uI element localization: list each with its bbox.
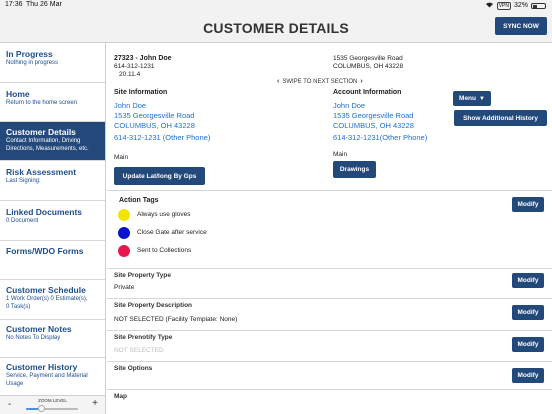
sidebar-item-customer-history[interactable]: Customer History Service, Payment and Ma… bbox=[0, 358, 105, 395]
sidebar-item-title: In Progress bbox=[6, 49, 53, 59]
account-info-street[interactable]: 1535 Georgesville Road bbox=[333, 111, 413, 120]
site-info-street[interactable]: 1535 Georgesville Road bbox=[114, 111, 194, 120]
menu-button[interactable]: Menu ▼ bbox=[453, 91, 491, 106]
section-value: NOT SELECTED (Facility Template: None) bbox=[114, 316, 238, 323]
site-info-type: Main bbox=[114, 154, 129, 161]
sidebar-item-subtitle: Return to the home screen bbox=[6, 100, 78, 106]
section-title: Site Prenotify Type bbox=[114, 334, 173, 341]
tag-label: Close Gate after service bbox=[137, 229, 207, 236]
account-info-city[interactable]: COLUMBUS, OH 43228 bbox=[333, 121, 414, 130]
site-property-description-modify-button[interactable]: Modify bbox=[512, 305, 544, 320]
zoom-in-button[interactable]: + bbox=[92, 398, 98, 409]
main-content: 27323 - John Doe 614-312-1231 20.11.4 15… bbox=[107, 43, 552, 414]
customer-id-name: 27323 - John Doe bbox=[114, 55, 172, 62]
sidebar-item-title: Forms/WDO Forms bbox=[6, 246, 84, 256]
zoom-slider-track[interactable] bbox=[26, 408, 78, 410]
site-property-description-section: Site Property Description NOT SELECTED (… bbox=[107, 298, 552, 330]
sidebar-item-title: Customer Schedule bbox=[6, 285, 86, 295]
section-title: Site Options bbox=[114, 365, 153, 372]
swipe-hint[interactable]: ‹ SWIPE TO NEXT SECTION › bbox=[277, 78, 363, 85]
top-header: CUSTOMER DETAILS SYNC NOW bbox=[0, 11, 552, 43]
sidebar-item-title: Customer Details bbox=[6, 127, 76, 137]
wifi-icon bbox=[485, 1, 494, 10]
site-options-section: Site Options Modify bbox=[107, 361, 552, 387]
site-info-city[interactable]: COLUMBUS, OH 43228 bbox=[114, 121, 195, 130]
section-value: NOT SELECTED bbox=[114, 347, 164, 354]
sidebar-item-linked-documents[interactable]: Linked Documents 0 Document bbox=[0, 201, 105, 241]
tag-color-dot bbox=[118, 227, 130, 239]
sidebar-item-title: Risk Assessment bbox=[6, 167, 77, 177]
show-additional-history-button[interactable]: Show Additional History bbox=[454, 110, 547, 126]
customer-address-line1: 1535 Georgesville Road bbox=[333, 55, 403, 62]
section-value: Private bbox=[114, 284, 135, 291]
tag-label: Sent to Collections bbox=[137, 247, 192, 254]
sidebar-item-forms[interactable]: Forms/WDO Forms bbox=[0, 241, 105, 280]
menu-button-label: Menu bbox=[459, 95, 477, 102]
vpn-badge: VPN bbox=[496, 1, 511, 10]
sidebar-item-title: Customer History bbox=[6, 362, 78, 372]
status-time: 17:36 bbox=[5, 1, 23, 8]
site-info-heading: Site Information bbox=[114, 89, 168, 96]
sidebar-item-subtitle: Nothing in progress bbox=[6, 60, 59, 66]
site-options-modify-button[interactable]: Modify bbox=[512, 368, 544, 383]
customer-code: 20.11.4 bbox=[119, 71, 141, 78]
sidebar-item-customer-notes[interactable]: Customer Notes No Notes To Display bbox=[0, 320, 105, 358]
sidebar-item-customer-schedule[interactable]: Customer Schedule 1 Work Order(s) 0 Esti… bbox=[0, 280, 105, 320]
swipe-hint-label: SWIPE TO NEXT SECTION bbox=[282, 78, 358, 85]
sidebar-item-customer-details[interactable]: Customer Details Contact Information, Dr… bbox=[0, 122, 105, 161]
section-title: Site Property Type bbox=[114, 272, 171, 279]
map-section: Map bbox=[107, 389, 552, 414]
site-property-type-section: Site Property Type Private Modify bbox=[107, 268, 552, 298]
battery-icon bbox=[531, 2, 546, 9]
status-right: VPN 32% bbox=[485, 1, 546, 10]
sidebar-item-title: Customer Notes bbox=[6, 324, 72, 334]
sidebar-item-subtitle: 0 Document bbox=[6, 218, 39, 224]
chevron-left-icon: ‹ bbox=[277, 78, 280, 85]
sidebar-item-subtitle: No Notes To Display bbox=[6, 335, 61, 341]
action-tags-section: Action Tags Modify Always use gloves Clo… bbox=[107, 190, 552, 268]
section-title: Site Property Description bbox=[114, 302, 193, 309]
sidebar-item-title: Linked Documents bbox=[6, 207, 83, 217]
site-info-phone[interactable]: 614-312-1231 (Other Phone) bbox=[114, 133, 210, 142]
sidebar-item-subtitle: Contact Information, Driving Directions,… bbox=[6, 138, 89, 152]
caret-down-icon: ▼ bbox=[479, 95, 485, 102]
sidebar-item-in-progress[interactable]: In Progress Nothing in progress bbox=[0, 43, 105, 83]
account-info-phone[interactable]: 614-312-1231(Other Phone) bbox=[333, 133, 427, 142]
action-tags-modify-button[interactable]: Modify bbox=[512, 197, 544, 212]
sidebar-item-subtitle: 1 Work Order(s) 0 Estimate(s), 0 Task(s) bbox=[6, 296, 88, 310]
action-tags-heading: Action Tags bbox=[119, 197, 159, 204]
status-bar: 17:36 Thu 26 Mar VPN 32% bbox=[0, 0, 552, 11]
tag-label: Always use gloves bbox=[137, 211, 191, 218]
site-property-type-modify-button[interactable]: Modify bbox=[512, 273, 544, 288]
battery-percent: 32% bbox=[513, 2, 528, 9]
sidebar-item-subtitle: Service, Payment and Material Usage bbox=[6, 373, 88, 387]
page-title: CUSTOMER DETAILS bbox=[203, 20, 349, 36]
zoom-label: ZOOM LEVEL bbox=[38, 398, 67, 403]
chevron-right-icon: › bbox=[360, 78, 363, 85]
account-info-heading: Account Information bbox=[333, 89, 402, 96]
customer-address-line2: COLUMBUS, OH 43228 bbox=[333, 63, 404, 70]
site-prenotify-type-modify-button[interactable]: Modify bbox=[512, 337, 544, 352]
account-info-type: Main bbox=[333, 151, 348, 158]
sidebar-item-home[interactable]: Home Return to the home screen bbox=[0, 83, 105, 122]
section-title: Map bbox=[114, 393, 127, 400]
update-latlong-button[interactable]: Update Lat/long By Gps bbox=[114, 167, 205, 185]
site-prenotify-type-section: Site Prenotify Type NOT SELECTED Modify bbox=[107, 330, 552, 361]
sidebar-item-subtitle: Last Signing: bbox=[6, 178, 41, 184]
status-date: Thu 26 Mar bbox=[26, 1, 62, 8]
sidebar-item-risk-assessment[interactable]: Risk Assessment Last Signing: bbox=[0, 161, 105, 201]
sidebar: In Progress Nothing in progress Home Ret… bbox=[0, 43, 106, 414]
account-info-name[interactable]: John Doe bbox=[333, 101, 365, 110]
tag-color-dot bbox=[118, 209, 130, 221]
site-info-name[interactable]: John Doe bbox=[114, 101, 146, 110]
sidebar-item-title: Home bbox=[6, 89, 30, 99]
zoom-control: - ZOOM LEVEL + bbox=[0, 395, 105, 414]
drawings-button[interactable]: Drawings bbox=[333, 161, 376, 178]
sync-now-button[interactable]: SYNC NOW bbox=[495, 17, 547, 35]
tag-color-dot bbox=[118, 245, 130, 257]
customer-phone: 614-312-1231 bbox=[114, 63, 155, 70]
zoom-slider-handle[interactable] bbox=[38, 405, 46, 412]
battery-fill bbox=[533, 4, 538, 9]
